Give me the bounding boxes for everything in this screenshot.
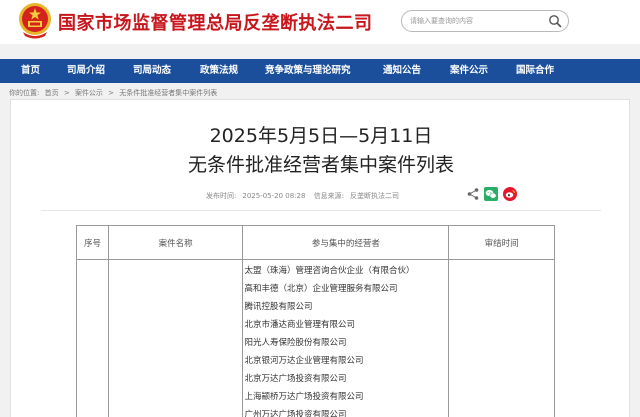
site-header: 国家市场监督管理总局反垄断执法二司 <box>0 0 640 44</box>
meta-divider <box>41 210 601 211</box>
cell-participants: 太盟（珠海）管理咨询合伙企业（有限合伙） 高和丰德（北京）企业管理服务有限公司 … <box>242 259 450 417</box>
article-title-line-2: 无条件批准经营者集中案件列表 <box>187 154 454 176</box>
search-icon[interactable] <box>548 14 562 28</box>
list-item: 腾讯控股有限公司 <box>244 302 313 312</box>
table-header-row: 序号 案件名称 参与集中的经营者 审结时间 <box>76 225 555 260</box>
list-item: 北京万达广场投资有限公司 <box>244 374 347 384</box>
column-header-index: 序号 <box>76 225 109 260</box>
cell-index <box>76 259 109 417</box>
cell-conclusion-date <box>448 259 555 417</box>
list-item: 北京银河万达企业管理有限公司 <box>244 356 364 366</box>
search-box <box>401 10 569 32</box>
nav-item-notices[interactable]: 通知公告 <box>383 59 421 83</box>
article-title: 2025年5月5日—5月11日 无条件批准经营者集中案件列表 <box>11 122 631 180</box>
share-icon[interactable] <box>466 187 480 201</box>
column-header-case-name: 案件名称 <box>107 225 244 260</box>
main-nav: 首页 司局介绍 司局动态 政策法规 竞争政策与理论研究 通知公告 案件公示 国际… <box>0 59 640 83</box>
breadcrumb-prefix: 你的位置: <box>9 89 40 97</box>
article-card: 2025年5月5日—5月11日 无条件批准经营者集中案件列表 发布时间: 2025… <box>10 99 630 417</box>
nav-item-competition-policy[interactable]: 竞争政策与理论研究 <box>265 59 351 83</box>
breadcrumb: 你的位置: 首页 > 案件公示 > 无条件批准经营者集中案件列表 <box>9 88 220 98</box>
nav-item-policies[interactable]: 政策法规 <box>200 59 238 83</box>
weibo-icon[interactable] <box>503 187 517 201</box>
source-label: 信息来源: <box>313 192 345 200</box>
article-title-line-1: 2025年5月5日—5月11日 <box>209 125 433 147</box>
breadcrumb-separator: > <box>108 89 115 97</box>
list-item: 高和丰德（北京）企业管理服务有限公司 <box>244 284 398 294</box>
list-item: 上海颛桥万达广场投资有限公司 <box>244 392 364 402</box>
breadcrumb-current: 无条件批准经营者集中案件列表 <box>119 89 218 97</box>
nav-item-bureau-news[interactable]: 司局动态 <box>133 59 171 83</box>
column-header-conclusion-date: 审结时间 <box>448 225 555 260</box>
source-value: 反垄断执法二司 <box>350 192 400 200</box>
nav-item-bureau-intro[interactable]: 司局介绍 <box>67 59 105 83</box>
search-input[interactable] <box>410 13 540 29</box>
breadcrumb-separator: > <box>63 89 70 97</box>
column-header-participants: 参与集中的经营者 <box>242 225 450 260</box>
nav-item-international[interactable]: 国际合作 <box>516 59 554 83</box>
list-item: 北京市潘达商业管理有限公司 <box>244 320 355 330</box>
breadcrumb-home[interactable]: 首页 <box>45 89 59 97</box>
table-row: 太盟（珠海）管理咨询合伙企业（有限合伙） 高和丰德（北京）企业管理服务有限公司 … <box>76 259 555 417</box>
national-emblem-icon <box>19 3 51 39</box>
nav-item-home[interactable]: 首页 <box>21 59 40 83</box>
list-item: 阳光人寿保险股份有限公司 <box>244 338 347 348</box>
publish-label: 发布时间: <box>206 192 237 200</box>
breadcrumb-case-publicity[interactable]: 案件公示 <box>75 89 103 97</box>
cell-case-name <box>107 259 244 417</box>
publish-time: 2025-05-20 08:28 <box>242 192 306 200</box>
cases-table: 序号 案件名称 参与集中的经营者 审结时间 太盟（珠海）管理咨询合伙企业（有限合… <box>76 225 555 417</box>
wechat-icon[interactable] <box>484 187 498 201</box>
nav-item-case-publicity[interactable]: 案件公示 <box>450 59 488 83</box>
list-item: 太盟（珠海）管理咨询合伙企业（有限合伙） <box>244 266 415 276</box>
site-title[interactable]: 国家市场监督管理总局反垄断执法二司 <box>58 9 373 35</box>
participants-list: 太盟（珠海）管理咨询合伙企业（有限合伙） 高和丰德（北京）企业管理服务有限公司 … <box>243 260 448 417</box>
list-item: 广州万达广场投资有限公司 <box>244 410 347 417</box>
article-meta: 发布时间: 2025-05-20 08:28 信息来源: 反垄断执法二司 <box>206 191 405 201</box>
